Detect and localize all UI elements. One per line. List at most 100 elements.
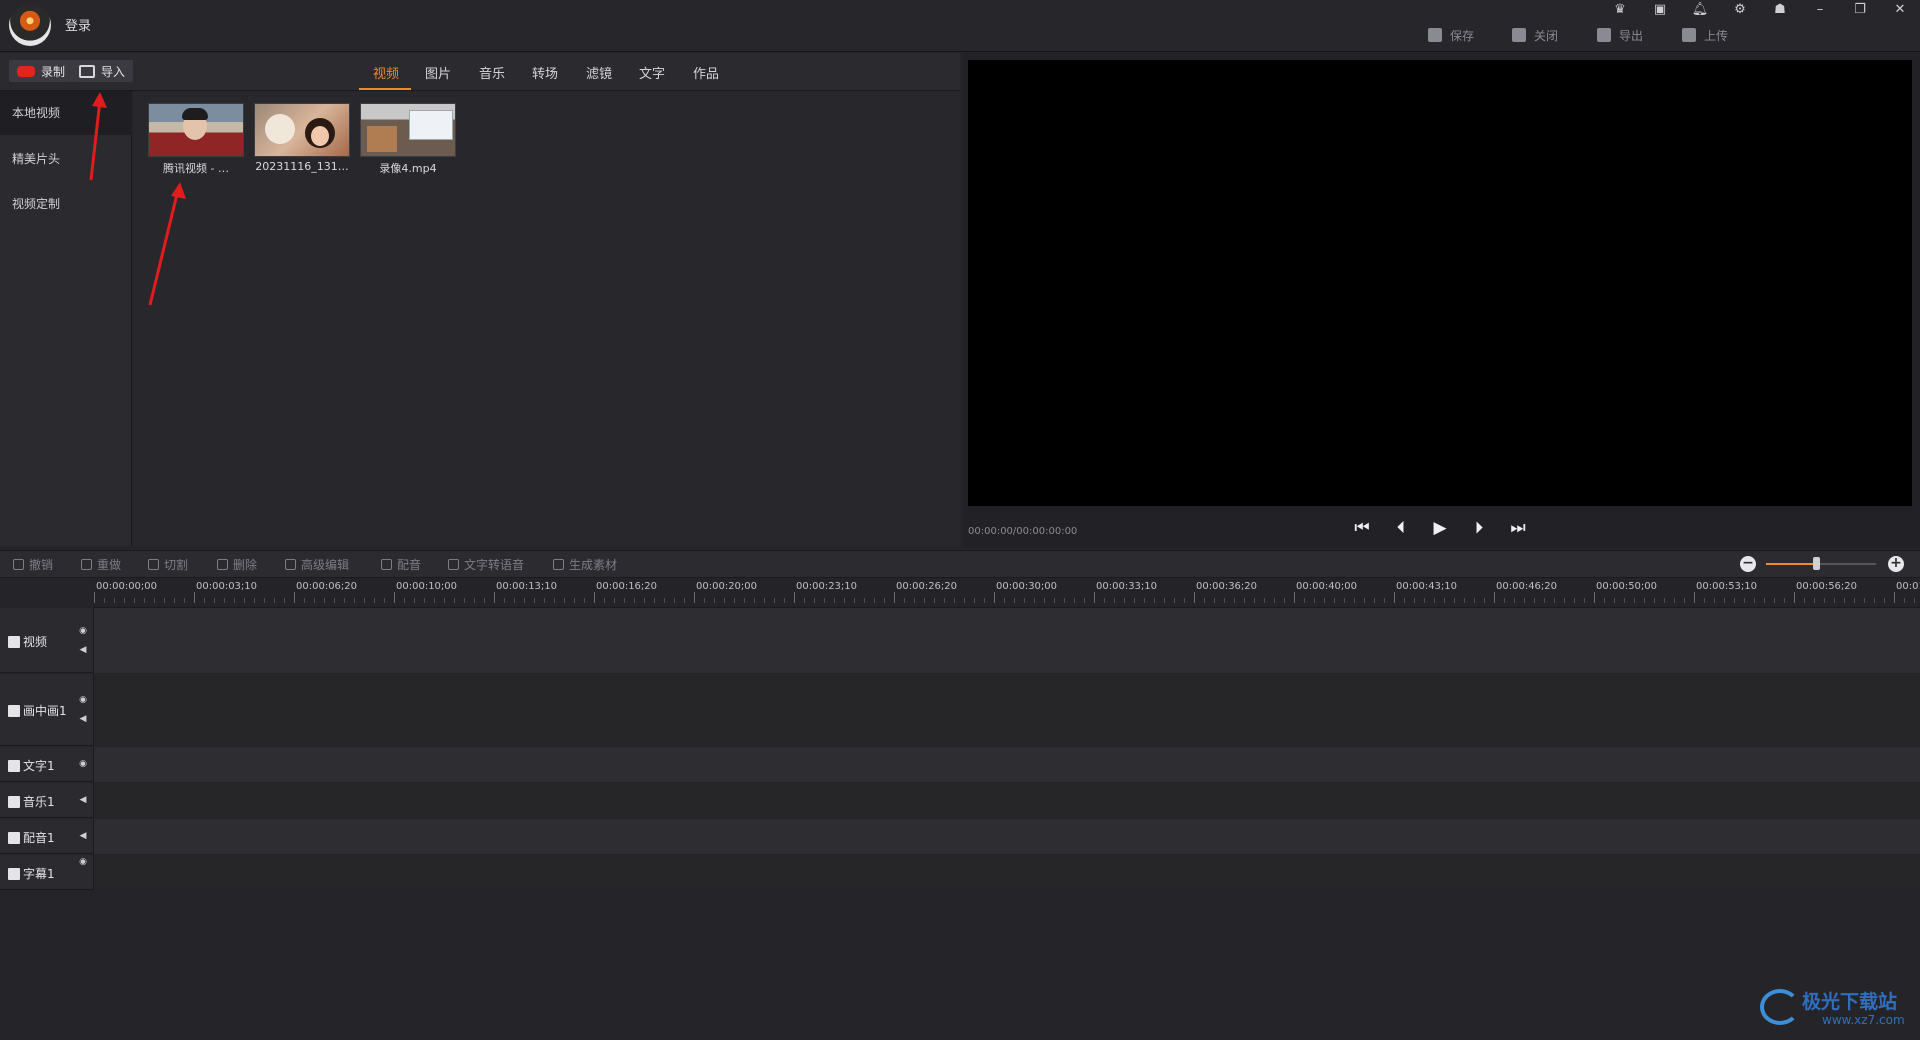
tab-music[interactable]: 音乐 — [479, 63, 505, 82]
ruler-minor-tick — [1804, 598, 1805, 603]
ruler-minor-tick — [1164, 598, 1165, 603]
ruler-minor-tick — [1404, 598, 1405, 603]
ruler-minor-tick — [1674, 598, 1675, 603]
ruler-minor-tick — [1854, 598, 1855, 603]
ruler-minor-tick — [1324, 598, 1325, 603]
visibility-eye-icon[interactable]: ◉ — [78, 759, 88, 769]
track-lane-music[interactable] — [94, 783, 1920, 818]
text-to-speech-button[interactable]: 文字转语音 — [448, 555, 524, 573]
ruler-minor-tick — [1784, 598, 1785, 603]
tab-image[interactable]: 图片 — [425, 63, 451, 82]
ruler-minor-tick — [1754, 598, 1755, 603]
ruler-minor-tick — [1684, 598, 1685, 603]
visibility-eye-icon[interactable]: ◉ — [78, 626, 88, 636]
redo-button[interactable]: 重做 — [81, 555, 121, 573]
ruler-tick-label: 00:00:46;20 — [1496, 581, 1558, 592]
ruler-minor-tick — [814, 598, 815, 603]
track-lane-subtitle[interactable] — [94, 855, 1920, 890]
cut-button[interactable]: 切割 — [148, 555, 188, 573]
ruler-minor-tick — [174, 598, 175, 603]
zoom-out-icon[interactable]: − — [1740, 556, 1756, 572]
close-icon[interactable]: ✕ — [1880, 0, 1920, 22]
track-lane-voiceover[interactable] — [94, 819, 1920, 854]
volume-icon[interactable]: ◀ — [78, 714, 88, 724]
voiceover-button[interactable]: 配音 — [381, 555, 421, 573]
ruler-minor-tick — [1914, 598, 1915, 603]
play-icon[interactable]: ▶ — [1428, 516, 1452, 540]
tab-works[interactable]: 作品 — [693, 63, 719, 82]
skip-to-start-icon[interactable]: ⏮ — [1350, 516, 1374, 540]
close-project-button[interactable]: 关闭 — [1512, 24, 1558, 46]
save-button[interactable]: 保存 — [1428, 24, 1474, 46]
media-thumbnail[interactable] — [360, 103, 456, 157]
ruler-major-tick — [1794, 592, 1795, 603]
track-lane-pip[interactable] — [94, 674, 1920, 746]
track-lane-text[interactable] — [94, 747, 1920, 782]
volume-icon[interactable]: ◀ — [78, 795, 88, 805]
visibility-eye-icon[interactable]: ◉ — [78, 857, 88, 867]
tab-text[interactable]: 文字 — [639, 63, 665, 82]
ruler-minor-tick — [264, 598, 265, 603]
ruler-minor-tick — [404, 598, 405, 603]
watermark: 极光下载站 www.xz7.com — [1760, 985, 1910, 1033]
ruler-minor-tick — [324, 598, 325, 603]
generate-material-button[interactable]: 生成素材 — [553, 555, 617, 573]
ruler-minor-tick — [864, 598, 865, 603]
ruler-minor-tick — [1874, 598, 1875, 603]
volume-icon[interactable]: ◀ — [78, 831, 88, 841]
ruler-minor-tick — [144, 598, 145, 603]
visibility-eye-icon[interactable]: ◉ — [78, 695, 88, 705]
ruler-minor-tick — [1074, 598, 1075, 603]
tab-transition[interactable]: 转场 — [532, 63, 558, 82]
notification-bell-icon[interactable]: 🔔︎ — [1680, 0, 1720, 22]
ruler-minor-tick — [634, 598, 635, 603]
ruler-minor-tick — [514, 598, 515, 603]
undo-button[interactable]: 撤销 — [13, 555, 53, 573]
tab-video[interactable]: 视频 — [373, 63, 399, 82]
minimize-icon[interactable]: – — [1800, 0, 1840, 22]
ruler-minor-tick — [304, 598, 305, 603]
zoom-in-icon[interactable]: + — [1888, 556, 1904, 572]
cloud-upload-icon — [1682, 28, 1696, 42]
ruler-minor-tick — [1364, 598, 1365, 603]
ruler-minor-tick — [1114, 598, 1115, 603]
ruler-minor-tick — [1474, 598, 1475, 603]
ruler-minor-tick — [544, 598, 545, 603]
skin-icon[interactable]: ☗ — [1760, 0, 1800, 22]
delete-button[interactable]: 删除 — [217, 555, 257, 573]
restore-icon[interactable]: ❐ — [1840, 0, 1880, 22]
ruler-minor-tick — [1764, 598, 1765, 603]
next-frame-icon[interactable]: ⏵ — [1467, 516, 1491, 540]
volume-icon[interactable]: ◀ — [78, 645, 88, 655]
ruler-minor-tick — [434, 598, 435, 603]
ruler-minor-tick — [1154, 598, 1155, 603]
ruler-minor-tick — [744, 598, 745, 603]
previous-frame-icon[interactable]: ⏴ — [1389, 516, 1413, 540]
tts-icon — [448, 558, 459, 570]
zoom-slider[interactable] — [1766, 563, 1876, 565]
ruler-minor-tick — [684, 598, 685, 603]
ruler-minor-tick — [224, 598, 225, 603]
track-lane-video[interactable] — [94, 608, 1920, 673]
ruler-major-tick — [894, 592, 895, 603]
ruler-major-tick — [194, 592, 195, 603]
settings-gear-icon[interactable]: ⚙ — [1720, 0, 1760, 22]
generate-icon — [553, 558, 564, 570]
skip-to-end-icon[interactable]: ⏭ — [1506, 516, 1530, 540]
ruler-tick-label: 00:00:10;00 — [396, 581, 458, 592]
export-button[interactable]: 导出 — [1597, 24, 1643, 46]
ruler-minor-tick — [354, 598, 355, 603]
media-thumbnail[interactable] — [254, 103, 350, 157]
tab-filter[interactable]: 滤镜 — [586, 63, 612, 82]
upload-button[interactable]: 上传 — [1682, 24, 1728, 46]
advanced-edit-button[interactable]: 高级编辑 — [285, 555, 349, 573]
tutorial-video-icon[interactable]: ▣ — [1640, 0, 1680, 22]
ruler-minor-tick — [1574, 598, 1575, 603]
zoom-slider-handle[interactable] — [1812, 557, 1820, 570]
ruler-major-tick — [394, 592, 395, 603]
ruler-major-tick — [1294, 592, 1295, 603]
ruler-major-tick — [1694, 592, 1695, 603]
ruler-minor-tick — [454, 598, 455, 603]
vip-crown-icon[interactable]: ♛ — [1600, 0, 1640, 22]
ruler-tick-label: 00:00:33;10 — [1096, 581, 1158, 592]
